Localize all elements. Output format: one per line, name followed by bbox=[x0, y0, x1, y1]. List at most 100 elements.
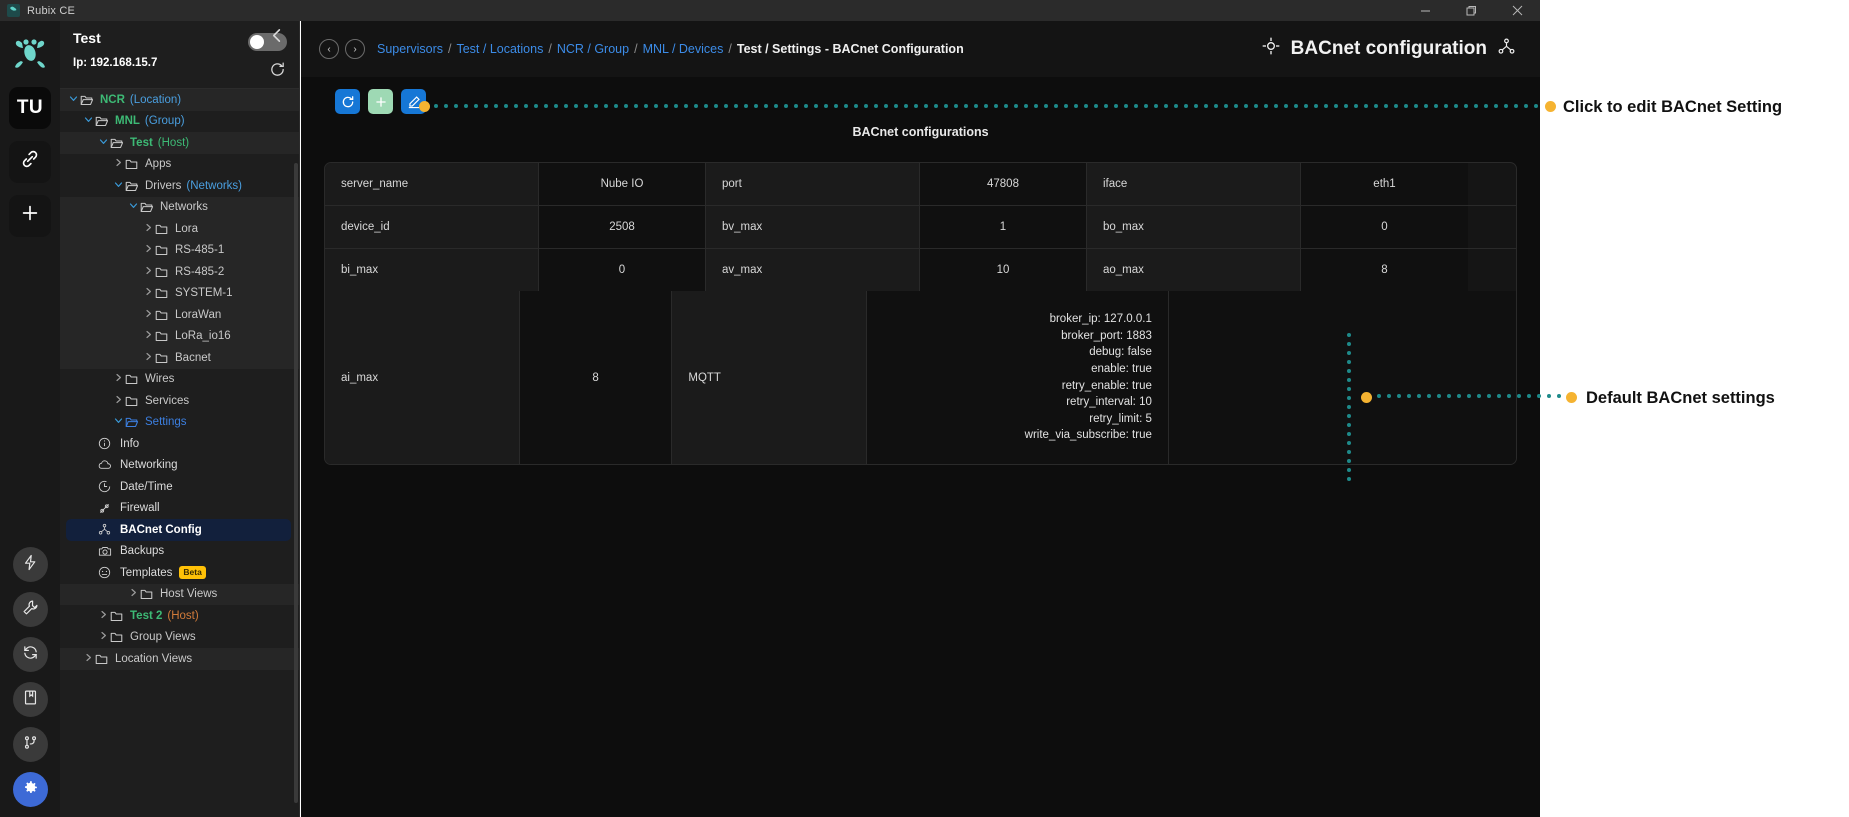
expand-chevron-icon[interactable] bbox=[96, 137, 110, 149]
expand-chevron-icon[interactable] bbox=[141, 223, 155, 235]
expand-chevron-icon[interactable] bbox=[96, 631, 110, 643]
sidebar-item-bacnet-config[interactable]: BACnet Config bbox=[66, 519, 291, 541]
tree-node-test-2[interactable]: Test 2 (Host) bbox=[60, 605, 299, 627]
nav-back-button[interactable]: ‹ bbox=[319, 39, 339, 59]
tree-node-apps[interactable]: Apps bbox=[60, 154, 299, 176]
tree-node-lora[interactable]: Lora bbox=[60, 218, 299, 240]
breadcrumb-item-3[interactable]: MNL / Devices bbox=[643, 42, 724, 56]
tree-node-ncr[interactable]: NCR (Location) bbox=[60, 89, 299, 111]
annotation-dot bbox=[964, 104, 968, 108]
icon-rail: TU bbox=[0, 21, 60, 817]
breadcrumb-item-1[interactable]: Test / Locations bbox=[456, 42, 543, 56]
sidebar-item-info[interactable]: Info bbox=[60, 433, 299, 455]
collapse-sidebar-button[interactable] bbox=[270, 28, 285, 48]
sidebar-item-backups[interactable]: Backups bbox=[60, 541, 299, 563]
annotation-dot bbox=[1347, 387, 1351, 391]
expand-chevron-icon[interactable] bbox=[81, 115, 95, 127]
sidebar-host-ip: Ip: 192.168.15.7 bbox=[73, 57, 158, 69]
annotation-dot bbox=[864, 104, 868, 108]
tree-node-test[interactable]: Test (Host) bbox=[60, 132, 299, 154]
page-title: BACnet configuration bbox=[1261, 36, 1516, 62]
tree-node-location-views[interactable]: Location Views bbox=[60, 648, 299, 670]
close-button[interactable] bbox=[1494, 0, 1540, 21]
breadcrumb-separator: / bbox=[634, 42, 638, 56]
expand-chevron-icon[interactable] bbox=[111, 395, 125, 407]
expand-chevron-icon[interactable] bbox=[141, 266, 155, 278]
add-workspace-button[interactable] bbox=[9, 195, 51, 237]
expand-chevron-icon[interactable] bbox=[111, 416, 125, 428]
annotation-dot bbox=[1517, 394, 1521, 398]
sync-icon-button[interactable] bbox=[12, 637, 48, 672]
expand-chevron-icon[interactable] bbox=[96, 610, 110, 622]
tree-node-services[interactable]: Services bbox=[60, 390, 299, 412]
tree-node-bacnet[interactable]: Bacnet bbox=[60, 347, 299, 369]
bolt-icon-button[interactable] bbox=[12, 547, 48, 582]
refresh-tree-button[interactable] bbox=[269, 61, 286, 83]
expand-chevron-icon[interactable] bbox=[141, 352, 155, 364]
annotation-dot bbox=[1474, 104, 1478, 108]
sidebar-item-templates[interactable]: Templates Beta bbox=[60, 562, 299, 584]
tree-node-settings[interactable]: Settings bbox=[60, 412, 299, 434]
gear-icon-button[interactable] bbox=[12, 772, 48, 807]
sidebar-item-firewall[interactable]: Firewall bbox=[60, 498, 299, 520]
annotation-dot bbox=[1347, 378, 1351, 382]
wrench-icon-button[interactable] bbox=[12, 592, 48, 627]
breadcrumb-item-2[interactable]: NCR / Group bbox=[557, 42, 629, 56]
link-icon-button[interactable] bbox=[9, 141, 51, 183]
cell-key: ai_max bbox=[325, 291, 520, 464]
annotation-2-bracket bbox=[1347, 333, 1351, 486]
expand-chevron-icon[interactable] bbox=[141, 330, 155, 342]
expand-chevron-icon[interactable] bbox=[126, 201, 140, 213]
nav-forward-button[interactable]: › bbox=[345, 39, 365, 59]
annotation-dot bbox=[1264, 104, 1268, 108]
workspace-tu-button[interactable]: TU bbox=[9, 87, 51, 129]
refresh-button[interactable] bbox=[335, 89, 360, 114]
tree-node-group-views[interactable]: Group Views bbox=[60, 627, 299, 649]
annotation-dot bbox=[494, 104, 498, 108]
sidebar-scrollbar[interactable] bbox=[294, 163, 298, 803]
cell-key: av_max bbox=[706, 249, 920, 291]
annotation-dot bbox=[1464, 104, 1468, 108]
tree-node-drivers[interactable]: Drivers (Networks) bbox=[60, 175, 299, 197]
expand-chevron-icon[interactable] bbox=[81, 653, 95, 665]
annotation-dot bbox=[1387, 394, 1391, 398]
tree-node-rs-485-1[interactable]: RS-485-1 bbox=[60, 239, 299, 261]
tree-node-rs-485-2[interactable]: RS-485-2 bbox=[60, 261, 299, 283]
maximize-button[interactable] bbox=[1448, 0, 1494, 21]
add-button[interactable] bbox=[368, 89, 393, 114]
breadcrumb-item-0[interactable]: Supervisors bbox=[377, 42, 443, 56]
sidebar-item-networking[interactable]: Networking bbox=[60, 455, 299, 477]
breadcrumb-separator: / bbox=[448, 42, 452, 56]
tree-node-wires[interactable]: Wires bbox=[60, 369, 299, 391]
book-icon-button[interactable] bbox=[12, 682, 48, 717]
tree-node-suffix: (Location) bbox=[129, 93, 182, 106]
breadcrumb-item-4: Test / Settings - BACnet Configuration bbox=[736, 42, 964, 56]
cell-spacer-key bbox=[1168, 291, 1364, 464]
expand-chevron-icon[interactable] bbox=[111, 373, 125, 385]
tree-node-system-1[interactable]: SYSTEM-1 bbox=[60, 282, 299, 304]
link-icon bbox=[19, 148, 41, 176]
tree-node-networks[interactable]: Networks bbox=[60, 196, 299, 218]
annotation-dot bbox=[724, 104, 728, 108]
tree-node-lorawan[interactable]: LoraWan bbox=[60, 304, 299, 326]
expand-chevron-icon[interactable] bbox=[141, 244, 155, 256]
expand-chevron-icon[interactable] bbox=[141, 287, 155, 299]
sidebar-item-date-time[interactable]: Date/Time bbox=[60, 476, 299, 498]
expand-chevron-icon[interactable] bbox=[111, 158, 125, 170]
expand-chevron-icon[interactable] bbox=[141, 309, 155, 321]
annotation-dot bbox=[1004, 104, 1008, 108]
annotation-dot bbox=[1347, 405, 1351, 409]
expand-chevron-icon[interactable] bbox=[111, 180, 125, 192]
minimize-button[interactable] bbox=[1402, 0, 1448, 21]
folder-icon bbox=[110, 137, 128, 149]
expand-chevron-icon[interactable] bbox=[126, 588, 140, 600]
tree-node-host-views[interactable]: Host Views bbox=[60, 583, 299, 605]
annotation-dot bbox=[794, 104, 798, 108]
annotation-dot bbox=[1344, 104, 1348, 108]
branch-icon-button[interactable] bbox=[12, 727, 48, 762]
tree-node-mnl[interactable]: MNL (Group) bbox=[60, 111, 299, 133]
tree-node-lora-io16[interactable]: LoRa_io16 bbox=[60, 325, 299, 347]
annotation-dot bbox=[1444, 104, 1448, 108]
expand-chevron-icon[interactable] bbox=[66, 94, 80, 106]
target-icon bbox=[1261, 36, 1281, 62]
